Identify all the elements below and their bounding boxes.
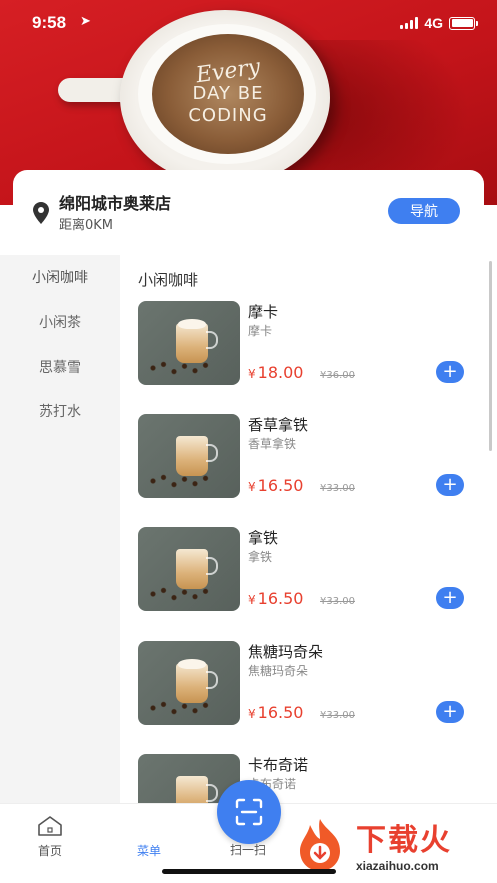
tab-home[interactable]: 首页 — [0, 804, 100, 864]
plus-icon: + — [442, 474, 458, 495]
price-value: 16.50 — [257, 476, 304, 495]
battery-icon — [449, 16, 478, 30]
product-image — [138, 641, 240, 725]
product-price: ¥18.00 — [248, 363, 303, 382]
product-image — [138, 414, 240, 498]
watermark-text: 下载火 — [356, 823, 452, 858]
plus-icon: + — [442, 701, 458, 722]
scrollbar[interactable] — [489, 261, 492, 451]
status-time: 9:58 — [32, 13, 67, 32]
plus-icon: + — [442, 361, 458, 382]
product-original-price: ¥33.00 — [320, 596, 355, 607]
price-value: 18.00 — [257, 363, 304, 382]
product-original-price: ¥36.00 — [320, 370, 355, 381]
product-original-price: ¥33.00 — [320, 710, 355, 721]
product-subtitle: 香草拿铁 — [248, 437, 297, 451]
store-name: 绵阳城市奥莱店 — [59, 194, 172, 213]
scan-icon — [235, 798, 263, 826]
category-smoothie[interactable]: 思慕雪 — [0, 345, 120, 389]
banner-latte-art: Every DAY BE CODING — [152, 34, 304, 154]
price-value: 16.50 — [257, 703, 304, 722]
watermark: 下载火 xiazaihuo.com — [290, 815, 490, 877]
product-price: ¥16.50 — [248, 589, 303, 608]
watermark-url: xiazaihuo.com — [356, 859, 439, 873]
product-item[interactable]: 焦糖玛奇朵 焦糖玛奇朵 ¥16.50 ¥33.00 + — [138, 641, 478, 731]
scan-button[interactable] — [217, 780, 281, 844]
banner-text-line3: CODING — [188, 105, 268, 126]
product-subtitle: 焦糖玛奇朵 — [248, 664, 309, 678]
network-type: 4G — [424, 15, 443, 31]
menu-content: 小闲咖啡 小闲茶 思慕雪 苏打水 小闲咖啡 摩卡 摩卡 ¥18.00 ¥36.0… — [0, 255, 497, 803]
product-price: ¥16.50 — [248, 476, 303, 495]
add-to-cart-button[interactable]: + — [436, 701, 464, 723]
tab-scan-label[interactable]: 扫一扫 — [198, 841, 298, 858]
product-name: 摩卡 — [248, 303, 279, 321]
add-to-cart-button[interactable]: + — [436, 587, 464, 609]
tab-menu[interactable]: 菜单 — [99, 804, 261, 864]
flame-logo-icon — [300, 819, 340, 871]
product-item[interactable]: 卡布奇诺 卡布奇诺 — [138, 754, 478, 803]
location-arrow-icon: ➤ — [80, 14, 91, 29]
category-soda[interactable]: 苏打水 — [0, 389, 120, 433]
product-name: 卡布奇诺 — [248, 756, 309, 774]
product-image — [138, 527, 240, 611]
currency-symbol: ¥ — [248, 593, 256, 607]
store-card: 绵阳城市奥莱店 距离0KM 导航 — [13, 170, 484, 260]
location-pin-icon — [33, 202, 49, 224]
product-subtitle: 拿铁 — [248, 550, 273, 564]
tab-menu-label: 菜单 — [136, 844, 161, 858]
category-coffee[interactable]: 小闲咖啡 — [0, 255, 120, 299]
product-subtitle: 摩卡 — [248, 324, 273, 338]
product-original-price: ¥33.00 — [320, 483, 355, 494]
product-name: 香草拿铁 — [248, 416, 309, 434]
plus-icon: + — [442, 587, 458, 608]
product-image — [138, 301, 240, 385]
home-indicator — [162, 869, 336, 874]
status-bar: 9:58 ➤ 4G — [0, 0, 497, 44]
navigate-button[interactable]: 导航 — [388, 198, 460, 224]
category-tea[interactable]: 小闲茶 — [0, 300, 120, 344]
currency-symbol: ¥ — [248, 367, 256, 381]
product-price: ¥16.50 — [248, 703, 303, 722]
currency-symbol: ¥ — [248, 480, 256, 494]
price-value: 16.50 — [257, 589, 304, 608]
product-name: 拿铁 — [248, 529, 279, 547]
add-to-cart-button[interactable]: + — [436, 474, 464, 496]
tab-home-label: 首页 — [37, 844, 62, 858]
currency-symbol: ¥ — [248, 707, 256, 721]
product-item[interactable]: 拿铁 拿铁 ¥16.50 ¥33.00 + — [138, 527, 478, 617]
product-item[interactable]: 摩卡 摩卡 ¥18.00 ¥36.00 + — [138, 301, 478, 391]
store-distance: 距离0KM — [59, 218, 114, 233]
signal-icon — [400, 17, 419, 29]
product-item[interactable]: 香草拿铁 香草拿铁 ¥16.50 ¥33.00 + — [138, 414, 478, 504]
home-icon — [38, 816, 62, 836]
category-sidebar: 小闲咖啡 小闲茶 思慕雪 苏打水 — [0, 255, 120, 803]
add-to-cart-button[interactable]: + — [436, 361, 464, 383]
section-title: 小闲咖啡 — [138, 271, 199, 289]
product-name: 焦糖玛奇朵 — [248, 643, 324, 661]
